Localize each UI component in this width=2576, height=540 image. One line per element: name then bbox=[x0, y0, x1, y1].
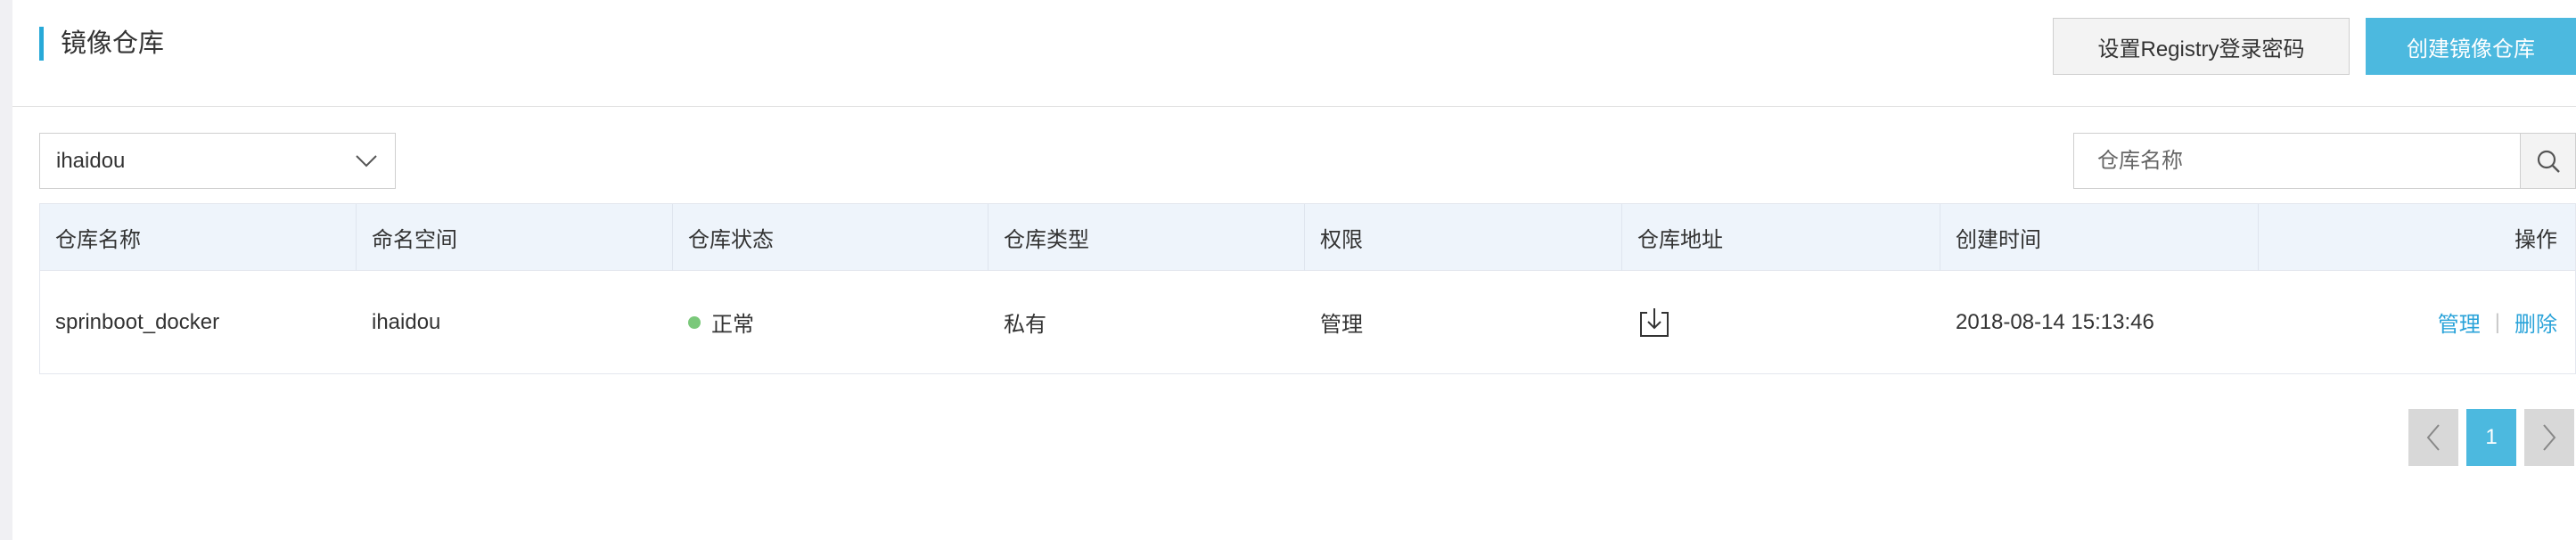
prev-page-button[interactable] bbox=[2408, 409, 2458, 466]
manage-link[interactable]: 管理 bbox=[2438, 307, 2481, 338]
col-header-repo-name: 仓库名称 bbox=[40, 204, 357, 271]
namespace-select[interactable]: ihaidou bbox=[39, 133, 396, 189]
repo-table: 仓库名称 命名空间 仓库状态 仓库类型 权限 仓库地址 创建时间 操作 spri… bbox=[39, 203, 2576, 374]
create-repo-button[interactable]: 创建镜像仓库 bbox=[2366, 18, 2576, 75]
col-header-status: 仓库状态 bbox=[673, 204, 989, 271]
col-header-permission: 权限 bbox=[1305, 204, 1622, 271]
search-button[interactable] bbox=[2520, 133, 2576, 189]
col-header-actions: 操作 bbox=[2514, 228, 2557, 252]
col-header-namespace: 命名空间 bbox=[357, 204, 673, 271]
next-page-button[interactable] bbox=[2524, 409, 2574, 466]
col-header-created: 创建时间 bbox=[1940, 204, 2259, 271]
cell-permission: 管理 bbox=[1320, 313, 1363, 337]
cell-created: 2018-08-14 15:13:46 bbox=[1956, 309, 2154, 334]
cell-type: 私有 bbox=[1004, 313, 1046, 337]
search-icon bbox=[2537, 150, 2560, 173]
repo-search-input[interactable] bbox=[2073, 133, 2521, 189]
delete-link[interactable]: 删除 bbox=[2514, 307, 2557, 338]
col-header-type: 仓库类型 bbox=[989, 204, 1305, 271]
cell-repo-name: sprinboot_docker bbox=[55, 309, 220, 334]
cell-namespace: ihaidou bbox=[372, 309, 441, 334]
status-text: 正常 bbox=[711, 313, 754, 337]
left-sidebar-strip bbox=[0, 0, 12, 540]
namespace-select-value: ihaidou bbox=[56, 148, 126, 173]
cell-status: 正常 bbox=[673, 271, 989, 373]
chevron-right-icon bbox=[2543, 424, 2556, 451]
chevron-down-icon bbox=[356, 155, 377, 168]
chevron-left-icon bbox=[2426, 424, 2440, 451]
page-title: 镜像仓库 bbox=[61, 29, 165, 58]
col-header-address: 仓库地址 bbox=[1622, 204, 1940, 271]
page-1-button[interactable]: 1 bbox=[2466, 409, 2516, 466]
title-accent-bar bbox=[39, 27, 44, 61]
table-row: sprinboot_docker ihaidou 正常 私有 管理 2018-0… bbox=[40, 271, 2575, 373]
set-registry-password-button[interactable]: 设置Registry登录密码 bbox=[2053, 18, 2350, 75]
action-separator: | bbox=[2494, 309, 2500, 334]
cell-address bbox=[1622, 271, 1940, 373]
status-dot-icon bbox=[688, 315, 701, 329]
table-header: 仓库名称 命名空间 仓库状态 仓库类型 权限 仓库地址 创建时间 操作 bbox=[40, 204, 2575, 271]
download-icon[interactable] bbox=[1637, 306, 1671, 340]
cell-actions: 管理 | 删除 bbox=[2259, 271, 2575, 373]
